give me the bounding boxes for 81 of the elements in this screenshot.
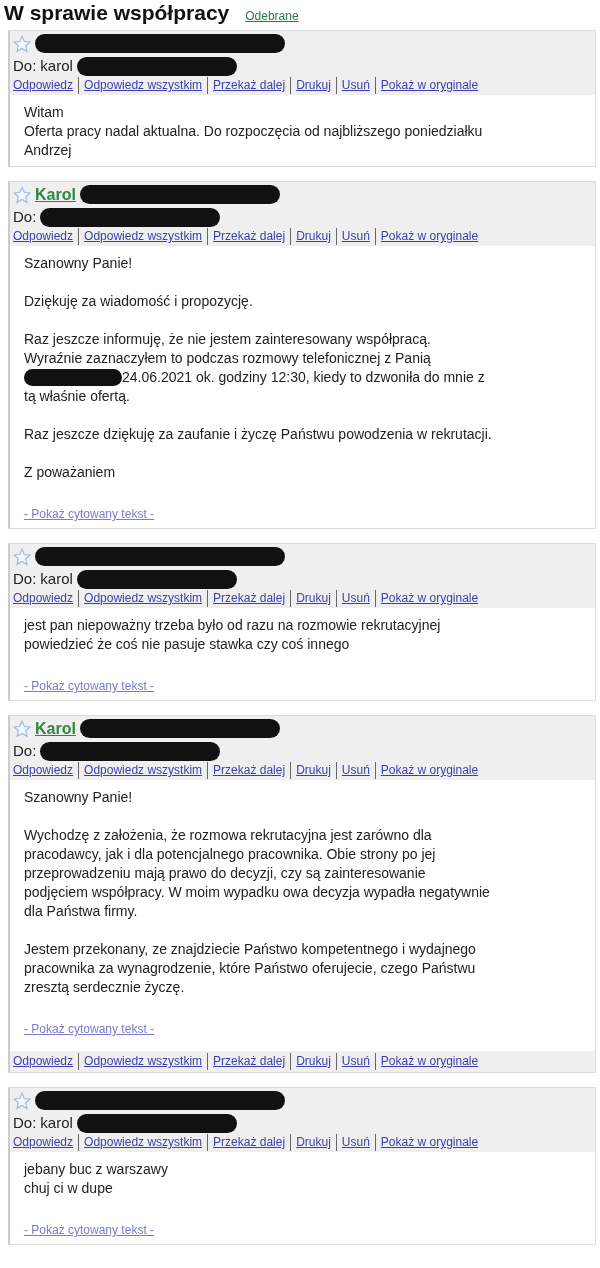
action-link[interactable]: Pokaż w oryginale: [374, 590, 479, 607]
body-text: dla Państwa firmy.: [24, 902, 139, 921]
action-link[interactable]: Odpowiedz wszystkim: [78, 77, 203, 94]
body-text: Z poważaniem: [24, 463, 117, 482]
action-link[interactable]: Usuń: [335, 228, 370, 245]
body-text: jebany buc z warszawy: [24, 1160, 169, 1179]
show-quoted-link[interactable]: - Pokaż cytowany tekst -: [24, 1020, 155, 1038]
body-text: chuj ci w dupe: [24, 1179, 114, 1198]
action-link[interactable]: Usuń: [335, 590, 370, 607]
action-link[interactable]: Odpowiedz: [13, 77, 74, 94]
thread-title: W sprawie współpracy: [4, 0, 230, 26]
star-icon[interactable]: [13, 185, 31, 204]
action-link[interactable]: Odpowiedz: [13, 1134, 74, 1151]
body-text: Wychodzę z założenia, że rozmowa rekrutacyjna jest zarówno dla: [24, 826, 433, 845]
body-text: Wyraźnie zaznaczyłem to podczas rozmowy telefonicznej z Panią: [24, 349, 432, 368]
action-link[interactable]: Odpowiedz: [13, 228, 74, 245]
action-link[interactable]: Pokaż w oryginale: [374, 228, 479, 245]
action-link[interactable]: Odpowiedz wszystkim: [78, 590, 203, 607]
sender-link[interactable]: Karol: [35, 716, 76, 741]
action-link[interactable]: Drukuj: [290, 1134, 331, 1151]
star-icon[interactable]: [13, 1091, 31, 1110]
action-link[interactable]: Usuń: [335, 1134, 370, 1151]
body-text: Dziękuję za wiadomość i propozycję.: [24, 292, 254, 311]
action-link[interactable]: Przekaż dalej: [207, 1134, 286, 1151]
show-quoted-link[interactable]: - Pokaż cytowany tekst -: [24, 1221, 155, 1239]
action-link[interactable]: Pokaż w oryginale: [374, 77, 479, 94]
action-link[interactable]: Drukuj: [290, 1053, 331, 1070]
body-text: podjęciem współpracy. W moim wypadku owa decyzja wypadła negatywnie: [24, 883, 491, 902]
body-text: tą właśnie ofertą.: [24, 387, 131, 406]
recipient-label: Do:: [13, 1112, 37, 1133]
star-icon[interactable]: [13, 547, 31, 566]
action-link[interactable]: Pokaż w oryginale: [374, 1053, 479, 1070]
star-icon[interactable]: [13, 34, 31, 53]
recipient-text: karol: [40, 1112, 73, 1133]
body-text: Andrzej: [24, 141, 73, 160]
action-link[interactable]: Odpowiedz: [13, 1053, 74, 1070]
body-text: Szanowny Panie!: [24, 788, 134, 807]
recipient-text: karol: [40, 55, 73, 76]
action-link[interactable]: Odpowiedz: [13, 590, 74, 607]
action-link[interactable]: Przekaż dalej: [207, 228, 286, 245]
body-text: Jestem przekonany, ze znajdziecie Państwo kompetentnego i wydajnego: [24, 940, 477, 959]
action-link[interactable]: Przekaż dalej: [207, 1053, 286, 1070]
body-text: Szanowny Panie!: [24, 254, 134, 273]
action-link[interactable]: Odpowiedz: [13, 762, 74, 779]
action-link[interactable]: Odpowiedz wszystkim: [78, 1053, 203, 1070]
action-link[interactable]: Przekaż dalej: [207, 762, 286, 779]
body-text: Witam: [24, 103, 65, 122]
action-link[interactable]: Usuń: [335, 1053, 370, 1070]
recipient-text: karol: [40, 568, 73, 589]
action-link[interactable]: Odpowiedz wszystkim: [78, 228, 203, 245]
action-link[interactable]: Pokaż w oryginale: [374, 1134, 479, 1151]
recipient-label: Do:: [13, 568, 37, 589]
action-link[interactable]: Drukuj: [290, 228, 331, 245]
body-text: powiedzieć że coś nie pasuje stawka czy coś innego: [24, 635, 351, 654]
show-quoted-link[interactable]: - Pokaż cytowany tekst -: [24, 677, 155, 695]
body-text: pracownika za wynagrodzenie, które Państwo oferujecie, czego Państwu: [24, 959, 477, 978]
action-link[interactable]: Pokaż w oryginale: [374, 762, 479, 779]
action-link[interactable]: Odpowiedz wszystkim: [78, 1134, 203, 1151]
action-link[interactable]: Drukuj: [290, 762, 331, 779]
action-link[interactable]: Drukuj: [290, 77, 331, 94]
body-text: zresztą serdecznie życzę.: [24, 978, 186, 997]
body-text: pracodawcy, jak i dla potencjalnego pracownika. Obie strony po jej: [24, 845, 437, 864]
body-text: 24.06.2021 ok. godziny 12:30, kiedy to dzwoniła do mnie z: [122, 368, 485, 387]
action-link[interactable]: Przekaż dalej: [207, 590, 286, 607]
label-link[interactable]: Odebrane: [245, 7, 299, 25]
action-link[interactable]: Usuń: [335, 762, 370, 779]
body-text: Raz jeszcze dziękuję za zaufanie i życzę Państwu powodzenia w rekrutacji.: [24, 425, 493, 444]
action-link[interactable]: Przekaż dalej: [207, 77, 286, 94]
recipient-label: Do:: [13, 740, 37, 761]
body-text: jest pan niepoważny trzeba było od razu na rozmowie rekrutacyjnej: [24, 616, 442, 635]
recipient-label: Do:: [13, 55, 37, 76]
body-text: przeprowadzeniu mają prawo do decyzji, czy są zainteresowanie: [24, 864, 427, 883]
action-link[interactable]: Usuń: [335, 77, 370, 94]
star-icon[interactable]: [13, 719, 31, 738]
action-link[interactable]: Drukuj: [290, 590, 331, 607]
recipient-label: Do:: [13, 206, 37, 227]
body-text: Raz jeszcze informuję, że nie jestem zainteresowany współpracą.: [24, 330, 432, 349]
sender-link[interactable]: Karol: [35, 182, 76, 207]
body-text: Oferta pracy nadal aktualna. Do rozpoczęcia od najbliższego poniedziałku: [24, 122, 484, 141]
action-link[interactable]: Odpowiedz wszystkim: [78, 762, 203, 779]
show-quoted-link[interactable]: - Pokaż cytowany tekst -: [24, 505, 155, 523]
